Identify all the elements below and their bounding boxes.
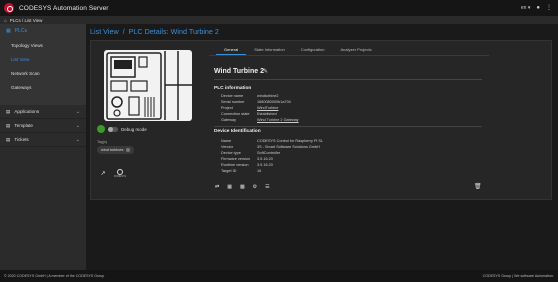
sidebar-head-plcs[interactable]: ▦ PLCs — [0, 24, 86, 38]
sidebar-group-tickets[interactable]: ▤ Tickets ⌄ — [0, 133, 86, 147]
tab-divider — [209, 55, 489, 56]
sidebar: ▦ PLCs Topology Views List View Network … — [0, 24, 86, 270]
user-icon[interactable]: ● — [536, 5, 540, 11]
status-dot — [97, 125, 105, 133]
project-link[interactable]: WindTurbine — [257, 106, 278, 110]
list-icon[interactable]: ☰ — [265, 184, 269, 190]
home-icon[interactable]: ⌂ — [4, 18, 7, 23]
plc-detail-card: General State Information Configuration … — [90, 40, 552, 200]
sidebar-group-template[interactable]: ▤ Template ⌄ — [0, 119, 86, 133]
sidebar-group-applications[interactable]: ▤ Applications ⌄ — [0, 105, 86, 119]
sidebar-section-plcs: ▦ PLCs Topology Views List View Network … — [0, 24, 86, 105]
tag-chip[interactable]: wind turbines — [97, 146, 135, 154]
device-title: Wind Turbine 2 — [214, 68, 264, 75]
connect-icon[interactable]: ⇄ — [215, 184, 219, 190]
debug-mode-toggle[interactable] — [108, 126, 118, 132]
plc-details-title: PLC Details: Wind Turbine 2 — [128, 27, 219, 36]
plc-info-heading: PLC information — [214, 86, 252, 91]
tags-label: Tag(s) — [97, 140, 107, 144]
chevron-down-icon: ⌄ — [75, 108, 80, 115]
footer: © 2020 CODESYS GmbH | A member of the CO… — [0, 270, 558, 282]
apps-icon: ▤ — [6, 108, 11, 114]
breadcrumb-text[interactable]: PLCs / List View — [10, 18, 43, 23]
divider — [214, 79, 482, 80]
action-toolbar: ⇄ ▦ ▩ ⚙ ☰ — [215, 184, 270, 190]
footer-copyright: © 2020 CODESYS GmbH | A member of the CO… — [4, 274, 105, 278]
ticket-icon: ▤ — [6, 136, 11, 142]
settings-icon[interactable]: ⚙ — [253, 184, 257, 190]
footer-tagline: CODESYS Group | We software Automation. — [482, 274, 554, 278]
sidebar-item-topology-views[interactable]: Topology Views — [0, 38, 86, 52]
edit-icon[interactable]: ✎ — [263, 68, 268, 75]
debug-mode-label: Debug mode — [121, 126, 147, 132]
sidebar-item-list-view[interactable]: List View — [0, 52, 86, 66]
tab-analyzer-projects[interactable]: Analyzer Projects — [333, 45, 380, 55]
template-icon: ▤ — [6, 122, 11, 128]
delete-icon[interactable]: 🗑 — [474, 183, 482, 190]
sidebar-head-label: PLCs — [14, 28, 27, 34]
tab-general[interactable]: General — [216, 45, 247, 55]
top-bar: CODESYS Automation Server en ▾ ● ⋮ — [0, 0, 558, 16]
app-title: CODESYS Automation Server — [19, 4, 109, 12]
title-separator: / — [122, 27, 125, 36]
gateway-link[interactable]: Wind Turbine 2 Gateway — [257, 118, 299, 122]
sidebar-group-label: Applications — [14, 109, 40, 114]
divider — [214, 126, 482, 127]
sidebar-group-label: Template — [14, 123, 33, 128]
plc-device-illustration — [104, 50, 192, 121]
top-right-controls: en ▾ ● ⋮ — [521, 4, 552, 12]
tab-bar: General State Information Configuration … — [216, 45, 380, 55]
codesys-mini-text: CODESYS — [113, 175, 127, 178]
page-title: List View / PLC Details: Wind Turbine 2 — [90, 27, 219, 36]
tag-label: wind turbines — [101, 148, 124, 152]
remove-tag-icon[interactable] — [126, 148, 131, 152]
tab-state-information[interactable]: State Information — [246, 45, 292, 55]
sidebar-item-network-scan[interactable]: Network Scan — [0, 66, 86, 80]
breadcrumb: ⌂ PLCs / List View — [0, 16, 558, 24]
language-select[interactable]: en ▾ — [521, 5, 530, 11]
external-link-icon[interactable]: ↗ — [99, 170, 107, 178]
grid-icon[interactable]: ▦ — [227, 184, 232, 190]
codesys-logo — [4, 3, 14, 13]
plc-icon: ▦ — [6, 28, 11, 34]
chevron-down-icon: ⌄ — [75, 136, 80, 143]
codesys-mini-logo[interactable]: CODESYS — [113, 169, 127, 179]
chevron-down-icon: ⌄ — [75, 122, 80, 129]
sidebar-item-gateways[interactable]: Gateways — [0, 80, 86, 94]
debug-mode-row: Debug mode — [97, 125, 147, 133]
tab-configuration[interactable]: Configuration — [293, 45, 333, 55]
device-id-heading: Device Identification — [214, 129, 261, 134]
device-actions: ↗ CODESYS — [99, 169, 127, 179]
menu-icon[interactable]: ⋮ — [546, 4, 552, 11]
list-view-link[interactable]: List View — [90, 27, 119, 36]
sidebar-group-label: Tickets — [14, 137, 29, 142]
tree-icon[interactable]: ▩ — [240, 184, 245, 190]
